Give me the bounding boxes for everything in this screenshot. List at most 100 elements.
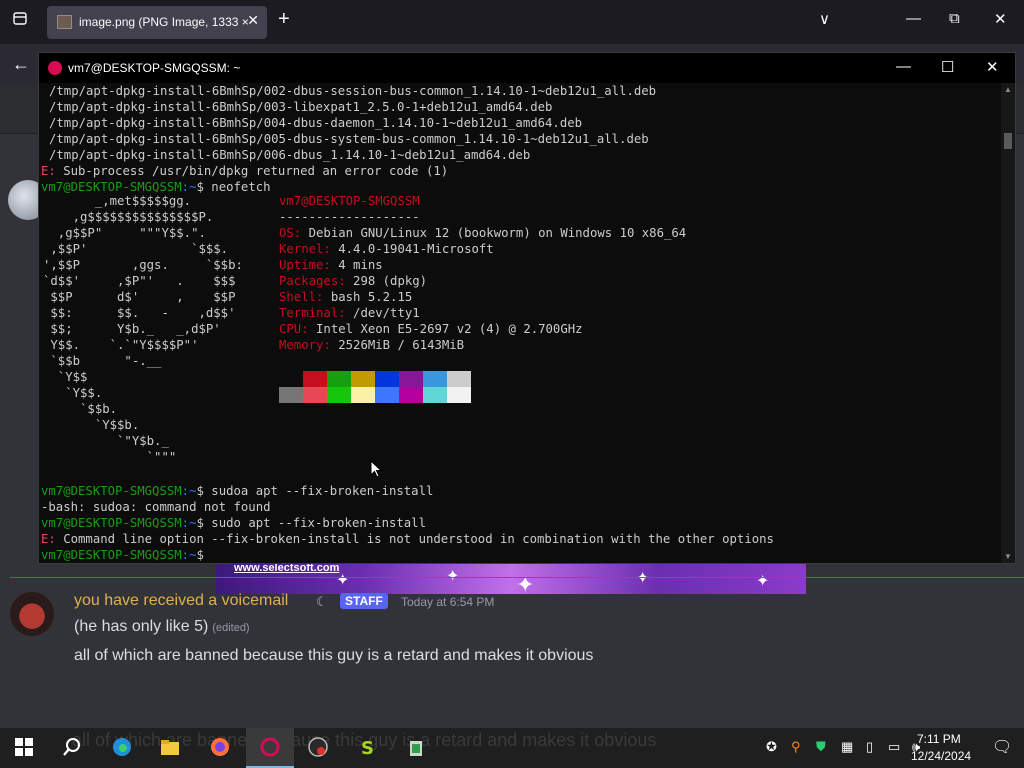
new-messages-divider: [10, 577, 1024, 578]
start-button[interactable]: [0, 728, 48, 768]
command-text: neofetch: [211, 180, 271, 194]
prompt-user: vm7@DESKTOP-SMGQSSM: [41, 484, 182, 498]
windows-taskbar: all of which are banned because this guy…: [0, 728, 1024, 768]
back-arrow-icon[interactable]: ←: [12, 54, 30, 75]
palette-swatch: [423, 387, 447, 403]
logo-line: `Y$$.: [43, 386, 103, 400]
neofetch-label: Kernel:: [279, 242, 331, 256]
taskbar-app-explorer[interactable]: [146, 728, 194, 768]
tabs-icon: [13, 12, 27, 25]
prompt-sigil: $: [196, 516, 212, 530]
terminal-window[interactable]: vm7@DESKTOP-SMGQSSM: ~ — ☐ ✕ /tmp/apt-dp…: [38, 52, 1016, 564]
network-icon[interactable]: ▭: [888, 739, 900, 755]
defender-shield-icon[interactable]: ⛊: [816, 739, 826, 755]
taskbar-app-edge[interactable]: [98, 728, 146, 768]
terminal-maximize-button[interactable]: ☐: [941, 58, 954, 76]
taskbar-app-recycle[interactable]: [392, 728, 440, 768]
palette-swatch: [423, 371, 447, 387]
logo-line: Y$$. `.`"Y$$$$P"': [43, 338, 199, 352]
clock-date[interactable]: 12/24/2024: [911, 749, 971, 763]
new-tab-button[interactable]: +: [278, 8, 290, 31]
neofetch-row: OS: Debian GNU/Linux 12 (bookworm) on Wi…: [279, 225, 686, 241]
search-button[interactable]: [48, 728, 96, 768]
tab-close-icon[interactable]: ✕: [247, 12, 259, 29]
maximize-button[interactable]: ⧉: [949, 10, 960, 27]
terminal-output[interactable]: /tmp/apt-dpkg-install-6BmhSp/002-dbus-se…: [39, 83, 1001, 563]
neofetch-value: 298 (dpkg): [345, 274, 428, 288]
taskbar-app-s[interactable]: S: [344, 728, 392, 768]
terminal-line: /tmp/apt-dpkg-install-6BmhSp/005-dbus-sy…: [49, 132, 649, 146]
neofetch-info: vm7@DESKTOP-SMGQSSM ------------------- …: [279, 193, 686, 352]
terminal-prompt-line[interactable]: vm7@DESKTOP-SMGQSSM:~$: [41, 547, 211, 563]
logo-line: `Y$$b.: [43, 418, 140, 432]
terminal-minimize-button[interactable]: —: [896, 58, 911, 75]
terminal-title: vm7@DESKTOP-SMGQSSM: ~: [68, 61, 241, 75]
neofetch-label: Packages:: [279, 274, 346, 288]
taskbar-app-steam[interactable]: [294, 728, 342, 768]
prompt-colon-path: :~: [181, 484, 197, 498]
chevron-down-icon[interactable]: ∨: [819, 10, 830, 28]
scrollbar-thumb[interactable]: [1004, 133, 1012, 149]
palette-swatch: [447, 387, 471, 403]
tray-grid-icon[interactable]: ▦: [841, 739, 853, 755]
taskbar-app-debian[interactable]: [246, 728, 294, 768]
recycle-bin-icon: [410, 741, 422, 756]
palette-swatch: [399, 371, 423, 387]
palette-swatch: [303, 387, 327, 403]
logo-line: `d$$' ,$P"' . $$$: [43, 274, 236, 288]
close-button[interactable]: ✕: [994, 10, 1007, 28]
error-prefix: E:: [41, 532, 56, 546]
terminal-line: /tmp/apt-dpkg-install-6BmhSp/002-dbus-se…: [49, 84, 657, 98]
message-author-avatar[interactable]: [10, 592, 54, 636]
neofetch-row: CPU: Intel Xeon E5-2697 v2 (4) @ 2.700GH…: [279, 321, 583, 337]
palette-swatch: [327, 371, 351, 387]
neofetch-row: Uptime: 4 mins: [279, 257, 383, 273]
message-text-line: all of which are banned because this guy…: [74, 647, 594, 664]
edge-icon: [113, 738, 131, 756]
terminal-close-button[interactable]: ✕: [986, 58, 999, 76]
folder-icon: [161, 740, 179, 755]
neofetch-label: OS:: [279, 226, 302, 240]
logo-line: ,g$$P" """Y$$.".: [43, 226, 206, 240]
minimize-button[interactable]: —: [906, 10, 921, 27]
logo-line: ,$$P' `$$$.: [43, 242, 229, 256]
taskbar-app-firefox[interactable]: [196, 728, 244, 768]
message-text-line: (he has only like 5): [74, 618, 209, 635]
palette-swatch: [303, 371, 327, 387]
staff-badge: STAFF: [340, 593, 388, 609]
browser-tab[interactable]: image.png (PNG Image, 1333 × ✕: [47, 6, 267, 39]
scroll-up-icon[interactable]: ▲: [1004, 85, 1012, 94]
neofetch-value: bash 5.2.15: [323, 290, 413, 304]
neofetch-label: Uptime:: [279, 258, 331, 272]
debian-icon: [48, 61, 62, 75]
logo-line: $$; Y$b._ _,d$P': [43, 322, 221, 336]
notifications-icon[interactable]: 🗨: [992, 737, 1012, 757]
browser-window: image.png (PNG Image, 1333 × ✕ + ∨ — ⧉ ✕…: [0, 0, 1024, 728]
terminal-scrollbar[interactable]: ▲ ▼: [1001, 83, 1015, 563]
palette-swatch: [399, 387, 423, 403]
command-text: sudo apt --fix-broken-install: [211, 516, 426, 530]
prompt-sigil: $: [196, 484, 212, 498]
s-app-icon: S: [361, 738, 374, 757]
terminal-title-bar[interactable]: vm7@DESKTOP-SMGQSSM: ~ — ☐ ✕: [39, 53, 1015, 83]
prompt-colon-path: :~: [181, 180, 197, 194]
prompt-user: vm7@DESKTOP-SMGQSSM: [41, 180, 182, 194]
clock-time[interactable]: 7:11 PM: [917, 732, 961, 746]
command-text: sudoa apt --fix-broken-install: [211, 484, 434, 498]
role-icon: ☾: [316, 594, 328, 609]
logo-line: $$P d$' , $$P: [43, 290, 236, 304]
palette-swatch: [447, 371, 471, 387]
message-author-name[interactable]: you have received a voicemail: [74, 592, 288, 610]
tray-app-icon[interactable]: ✪: [766, 739, 777, 755]
terminal-error-line: E: Sub-process /usr/bin/dpkg returned an…: [41, 163, 448, 179]
chat-message: you have received a voicemail ☾ STAFF To…: [0, 584, 1024, 674]
logo-line: $$: $$. - ,d$$': [43, 306, 236, 320]
list-all-tabs-button[interactable]: [6, 8, 34, 36]
error-prefix: E:: [41, 164, 56, 178]
logo-line: `"Y$b._: [43, 434, 169, 448]
error-text: Sub-process /usr/bin/dpkg returned an er…: [55, 164, 449, 178]
tray-search-icon[interactable]: ⚲: [791, 739, 801, 755]
neofetch-value: Debian GNU/Linux 12 (bookworm) on Window…: [301, 226, 687, 240]
battery-icon[interactable]: ▯: [866, 739, 873, 755]
scroll-down-icon[interactable]: ▼: [1004, 552, 1012, 561]
